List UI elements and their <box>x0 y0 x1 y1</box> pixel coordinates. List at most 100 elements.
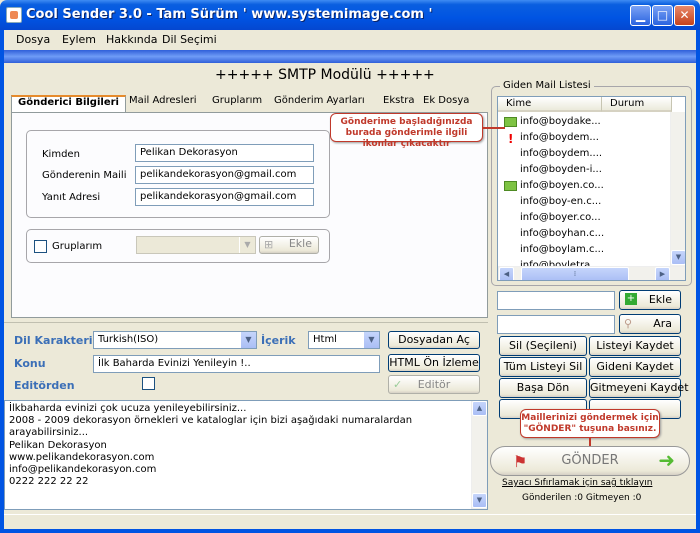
editor-checkbox[interactable] <box>142 377 155 390</box>
body-line: www.pelikandekorasyon.com <box>9 451 155 463</box>
go-start-button[interactable]: Başa Dön <box>499 378 587 398</box>
delete-selected-button[interactable]: Sil (Seçileni) <box>499 336 587 356</box>
body-line: Pelikan Dekorasyon <box>9 439 107 451</box>
charset-label: Dil Karakteri <box>14 334 93 347</box>
chevron-down-icon: ▼ <box>363 332 379 348</box>
list-item[interactable]: info@boyhan.c... <box>500 226 670 242</box>
list-vscroll[interactable]: ▼ <box>670 112 685 266</box>
add-email-button[interactable]: + Ekle <box>619 290 681 310</box>
close-button[interactable]: ✕ <box>674 5 695 26</box>
mail-sent-icon <box>504 117 517 127</box>
save-unsent-button[interactable]: Gitmeyeni Kaydet <box>589 378 689 398</box>
menu-dosya[interactable]: Dosya <box>16 33 50 46</box>
reply-field[interactable]: pelikandekorasyon@gmail.com <box>135 188 314 206</box>
scroll-left-icon[interactable]: ◀ <box>499 267 514 280</box>
body-line: 0222 222 22 22 <box>9 476 89 488</box>
chevron-down-icon: ▼ <box>239 237 255 253</box>
save-sent-button[interactable]: Gideni Kaydet <box>589 357 681 377</box>
plus-icon: ⊞ <box>264 238 274 251</box>
tab-gruplarim[interactable]: Gruplarım <box>212 95 262 113</box>
mail-listview[interactable]: Kime Durum info@boydake... ! info@boydem.… <box>497 96 686 281</box>
mail-sent-icon <box>504 181 517 191</box>
status-bar <box>4 514 696 529</box>
from-label: Kimden <box>42 149 80 160</box>
groups-add-button[interactable]: ⊞ Ekle <box>259 236 319 254</box>
email-label: Gönderenin Maili <box>42 170 127 181</box>
chevron-down-icon: ▼ <box>240 332 256 348</box>
smtp-heading: +++++ SMTP Modülü +++++ <box>215 67 435 83</box>
mail-list-title: Giden Mail Listesi <box>500 80 594 91</box>
editor-button[interactable]: ✓ Editör <box>388 375 480 394</box>
send-note-callout: Maillerinizi göndermek için "GÖNDER" tuş… <box>520 409 660 438</box>
list-item[interactable]: info@boyer.co... <box>500 210 670 226</box>
list-hscroll[interactable]: ◀ ⁞ ▶ <box>498 266 685 280</box>
list-item[interactable]: info@boy-en.c... <box>500 194 670 210</box>
scroll-down-icon[interactable]: ▼ <box>472 493 487 508</box>
header-banner <box>4 50 696 63</box>
tab-mail-adresleri[interactable]: Mail Adresleri <box>129 95 197 113</box>
message-body[interactable]: İlkbaharda evinizi çok ucuza yenileyebil… <box>4 400 488 510</box>
search-icon: ⚲ <box>624 317 633 330</box>
tab-gonderim-ayarlari[interactable]: Gönderim Ayarları <box>274 95 365 113</box>
content-select[interactable]: Html ▼ <box>308 331 380 349</box>
content-label: İçerik <box>261 334 296 347</box>
callout-arrow <box>483 127 505 129</box>
save-list-button[interactable]: Listeyi Kaydet <box>589 336 681 356</box>
groups-select[interactable]: ▼ <box>136 236 256 254</box>
scroll-right-icon[interactable]: ▶ <box>655 267 670 280</box>
menu-eylem[interactable]: Eylem <box>62 33 96 46</box>
body-line: info@pelikandekorasyon.com <box>9 464 157 476</box>
search-input[interactable] <box>497 315 615 334</box>
tab-gonderici-bilgileri[interactable]: Gönderici Bilgileri <box>11 95 126 113</box>
subject-field[interactable]: İlk Baharda Evinizi Yenileyin !.. <box>93 355 380 373</box>
column-header-status[interactable]: Durum <box>602 97 672 112</box>
tab-ek-dosya[interactable]: Ek Dosya <box>423 95 469 113</box>
list-item[interactable]: info@boydem.... <box>500 146 670 162</box>
scroll-up-icon[interactable]: ▲ <box>472 401 487 416</box>
list-item[interactable]: info@boyen.co... <box>500 178 670 194</box>
flag-icon: ⚑ <box>513 452 528 471</box>
list-item[interactable]: info@boydake... <box>500 114 670 130</box>
scroll-thumb[interactable]: ⁞ <box>521 267 629 280</box>
body-line: İlkbaharda evinizi çok ucuza yenileyebil… <box>9 403 247 414</box>
icons-note-callout: Gönderime başladığınızda burada gönderim… <box>330 113 483 149</box>
body-scrollbar[interactable]: ▲ ▼ <box>471 401 487 509</box>
window-border <box>696 30 700 533</box>
column-header-to[interactable]: Kime <box>498 97 602 112</box>
from-field[interactable]: Pelikan Dekorasyon <box>135 144 314 162</box>
callout-arrow <box>589 438 591 446</box>
groups-label: Gruplarım <box>52 241 103 252</box>
tab-ekstra[interactable]: Ekstra <box>383 95 414 113</box>
send-button[interactable]: ⚑ GÖNDER ➜ <box>490 446 690 476</box>
delete-all-button[interactable]: Tüm Listeyi Sil <box>499 357 587 377</box>
sent-counts: Gönderilen :0 Gitmeyen :0 <box>522 493 642 503</box>
list-item[interactable]: info@boylam.c... <box>500 242 670 258</box>
html-preview-button[interactable]: HTML Ön İzleme <box>388 354 480 372</box>
charset-select[interactable]: Turkish(ISO) ▼ <box>93 331 257 349</box>
reply-label: Yanıt Adresi <box>42 192 101 203</box>
email-field[interactable]: pelikandekorasyon@gmail.com <box>135 166 314 184</box>
plus-icon: + <box>625 293 637 305</box>
groups-checkbox[interactable] <box>34 240 47 253</box>
reset-counter-link[interactable]: Sayacı Sıfırlamak için sağ tıklayın <box>502 478 652 488</box>
window-border <box>0 529 700 533</box>
search-button[interactable]: ⚲ Ara <box>619 314 681 334</box>
menu-dil-secimi[interactable]: Dil Seçimi <box>162 33 217 46</box>
load-file-button[interactable]: Dosyadan Aç <box>388 331 480 349</box>
check-icon: ✓ <box>393 378 403 391</box>
menu-hakkinda[interactable]: Hakkında <box>106 33 158 46</box>
add-email-input[interactable] <box>497 291 615 310</box>
maximize-button[interactable]: □ <box>652 5 673 26</box>
minimize-button[interactable]: ▁ <box>630 5 651 26</box>
body-line: 2008 - 2009 dekorasyon örnekleri ve kata… <box>9 415 413 427</box>
arrow-right-icon: ➜ <box>658 448 675 472</box>
list-item[interactable]: info@boyden-i... <box>500 162 670 178</box>
scroll-down-icon[interactable]: ▼ <box>671 250 685 265</box>
list-item[interactable]: ! info@boydem... <box>500 130 670 146</box>
body-line: arayabilirsiniz... <box>9 427 89 439</box>
error-icon: ! <box>508 132 514 146</box>
subject-label: Konu <box>14 357 46 370</box>
menu-bar: Dosya Eylem Hakkında Dil Seçimi <box>4 30 696 50</box>
app-icon <box>6 7 22 23</box>
editor-label: Editörden <box>14 379 75 392</box>
